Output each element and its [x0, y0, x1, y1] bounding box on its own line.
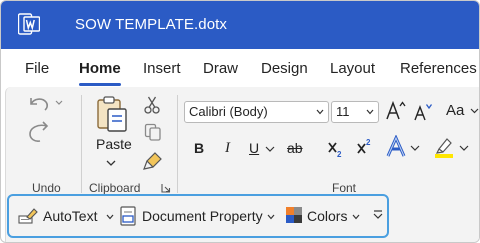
redo-icon[interactable]: [25, 120, 51, 144]
clipboard-dialog-launcher-icon[interactable]: [161, 183, 171, 193]
highlighter-icon[interactable]: [433, 135, 455, 159]
document-title: SOW TEMPLATE.dotx: [75, 16, 228, 33]
tab-insert[interactable]: Insert: [143, 60, 181, 77]
colors-label: Colors: [307, 208, 348, 224]
title-bar: SOW TEMPLATE.dotx: [1, 1, 479, 49]
change-case-chevron-icon[interactable]: [470, 107, 479, 115]
underline-chevron-icon[interactable]: [265, 145, 275, 153]
group-divider: [81, 95, 82, 193]
tab-draw[interactable]: Draw: [203, 60, 238, 77]
paste-button[interactable]: Paste: [96, 136, 132, 152]
svg-text:2: 2: [337, 150, 342, 159]
autotext-chevron-icon: [106, 214, 114, 220]
active-tab-indicator: [79, 83, 121, 86]
colors-chevron-icon: [352, 214, 360, 220]
copy-icon[interactable]: [144, 123, 162, 141]
ribbon-tabs: File Home Insert Draw Design Layout Refe…: [1, 49, 479, 87]
grow-font-icon[interactable]: [385, 99, 407, 123]
format-painter-icon[interactable]: [143, 151, 163, 171]
font-name-combobox[interactable]: Calibri (Body): [184, 101, 329, 123]
autotext-button[interactable]: AutoText: [15, 196, 114, 235]
superscript-icon[interactable]: 2: [356, 137, 374, 157]
tab-references[interactable]: References: [400, 60, 477, 77]
change-case-button[interactable]: Aa: [446, 102, 464, 119]
toolbar-overflow-icon[interactable]: [373, 209, 383, 221]
quick-parts-toolbar: AutoText Document Property Colors: [7, 194, 389, 238]
undo-group-label: Undo: [32, 181, 61, 195]
group-divider: [177, 95, 178, 193]
font-size-combobox[interactable]: 11: [331, 101, 379, 123]
document-property-chevron-icon: [267, 214, 275, 220]
tab-home[interactable]: Home: [79, 60, 121, 77]
tab-file[interactable]: File: [25, 60, 49, 77]
document-property-label: Document Property: [142, 208, 263, 224]
autotext-label: AutoText: [43, 208, 98, 224]
undo-icon[interactable]: [25, 93, 65, 113]
svg-text:2: 2: [366, 138, 371, 147]
cut-icon[interactable]: [144, 96, 160, 114]
word-app-icon[interactable]: [18, 13, 40, 35]
text-effects-icon[interactable]: [385, 135, 409, 159]
font-group-label: Font: [332, 181, 357, 195]
tab-layout[interactable]: Layout: [330, 60, 375, 77]
font-name-value: Calibri (Body): [189, 104, 268, 119]
document-property-icon: [120, 206, 136, 226]
subscript-icon[interactable]: 2: [327, 139, 345, 159]
italic-button[interactable]: I: [225, 140, 230, 157]
text-effects-chevron-icon[interactable]: [410, 144, 420, 152]
paste-dropdown-chevron-icon[interactable]: [106, 159, 116, 167]
clipboard-group-label: Clipboard: [89, 181, 141, 195]
colors-icon: [286, 207, 302, 223]
underline-button[interactable]: U: [249, 140, 259, 156]
chevron-down-icon: [366, 109, 374, 115]
autotext-icon: [18, 208, 38, 224]
document-property-button[interactable]: Document Property: [117, 196, 277, 235]
font-size-value: 11: [336, 104, 350, 119]
paste-icon[interactable]: [95, 95, 129, 133]
chevron-down-icon: [316, 109, 324, 115]
shrink-font-icon[interactable]: [413, 101, 433, 123]
colors-button[interactable]: Colors: [283, 196, 363, 235]
strikethrough-button[interactable]: ab: [287, 140, 303, 156]
app-window: SOW TEMPLATE.dotx File Home Insert Draw …: [0, 0, 480, 243]
tab-design[interactable]: Design: [261, 60, 308, 77]
bold-button[interactable]: B: [194, 140, 204, 156]
highlighter-chevron-icon[interactable]: [459, 144, 469, 152]
